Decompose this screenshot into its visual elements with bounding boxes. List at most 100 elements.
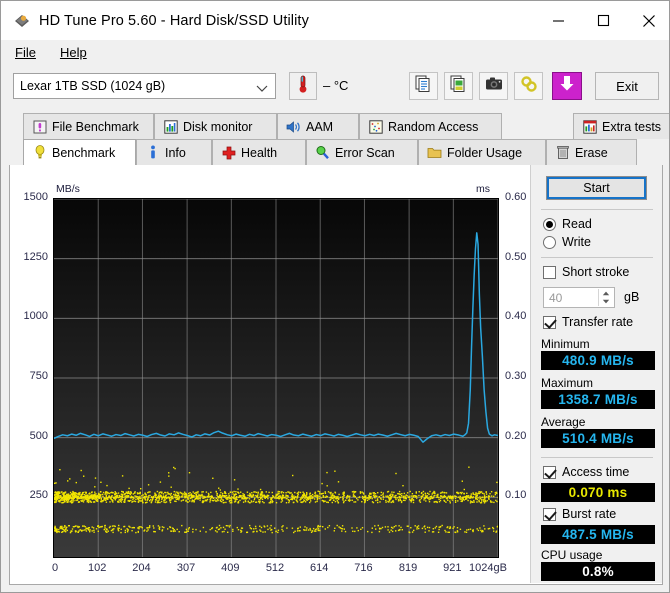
close-button[interactable] (626, 1, 669, 40)
bulb-icon (32, 145, 47, 160)
result-access-time-value: 0.070 ms (541, 483, 655, 502)
tab-file-benchmark[interactable]: File Benchmark (23, 113, 154, 139)
menu-file[interactable]: File (5, 43, 46, 62)
tab-random-access[interactable]: Random Access (359, 113, 502, 139)
tab-file-benchmark-label: File Benchmark (52, 119, 139, 134)
chart-y2-tick: 0.40 (505, 310, 527, 323)
chart-x-tick: 819 (398, 562, 418, 574)
chart-y2-tick: 0.60 (505, 191, 527, 203)
result-minimum-value: 480.9 MB/s (541, 351, 655, 370)
chart-y-tick: 1500 (23, 191, 48, 203)
tab-info-label: Info (165, 145, 186, 160)
menu-file-label: File (15, 45, 36, 60)
result-average-value: 510.4 MB/s (541, 429, 655, 448)
bar-chart-icon (163, 119, 178, 134)
tab-benchmark[interactable]: Benchmark (23, 139, 136, 165)
chart-x-tick: 716 (354, 562, 373, 574)
info-icon (145, 145, 160, 160)
tab-disk-monitor[interactable]: Disk monitor (154, 113, 277, 139)
chain-link-icon (520, 75, 538, 98)
chart-x-tick: 409 (221, 562, 240, 574)
radio-write[interactable]: Write (543, 235, 591, 249)
radio-read[interactable]: Read (543, 217, 592, 231)
menu-help-label: Help (59, 45, 87, 60)
short-stroke-size-value: 40 (549, 290, 563, 305)
magnifier-icon (315, 145, 330, 160)
tab-extra-tests[interactable]: Extra tests (573, 113, 669, 139)
chart-y-axis-unit: MB/s (56, 183, 80, 195)
tab-folder-usage[interactable]: Folder Usage (418, 139, 546, 165)
divider-3 (541, 457, 653, 458)
tab-error-scan[interactable]: Error Scan (306, 139, 418, 165)
chart-y-tick: 750 (29, 370, 48, 382)
spinner-up-icon (602, 291, 609, 295)
benchmark-controls: Start Read Write Short stroke 40 gB Tran… (530, 165, 662, 583)
short-stroke-size-input[interactable]: 40 (543, 287, 615, 308)
chart-x-tick: 512 (265, 562, 285, 574)
checkbox-transfer-rate[interactable]: Transfer rate (543, 315, 633, 329)
maximize-button[interactable] (581, 1, 626, 40)
benchmark-panel: MB/s ms 250 500 750 1000 1250 1500 0.10 0.20 0.… (9, 165, 663, 585)
red-cross-icon (221, 145, 236, 160)
chevron-down-icon (256, 82, 268, 96)
benchmark-chart: MB/s ms 250 500 750 1000 1250 1500 0.10 0.20 0.… (10, 165, 530, 583)
checkbox-transfer-rate-indicator (543, 315, 556, 329)
tab-health[interactable]: Health (212, 139, 306, 165)
result-maximum-label: Maximum (541, 376, 594, 390)
copy-image-button[interactable] (444, 72, 473, 100)
toolbar: Lexar 1TB SSD (1024 gB) – °C Exit (1, 65, 669, 111)
window-controls (536, 1, 669, 40)
start-button[interactable]: Start (546, 176, 647, 200)
radio-read-label: Read (562, 217, 592, 231)
drive-select[interactable]: Lexar 1TB SSD (1024 gB) (13, 73, 276, 99)
tab-erase-label: Erase (575, 145, 608, 160)
temperature-value: – °C (323, 78, 349, 93)
result-average-label: Average (541, 415, 586, 429)
camera-icon (485, 76, 503, 96)
checkbox-access-time-indicator (543, 465, 556, 479)
link-button[interactable] (514, 72, 543, 100)
temperature-button[interactable] (289, 72, 317, 100)
chart-y-tick: 250 (29, 489, 48, 502)
tab-random-access-label: Random Access (388, 119, 479, 134)
tab-erase[interactable]: Erase (546, 139, 637, 165)
checkbox-access-time[interactable]: Access time (543, 465, 629, 479)
bottom-strip (1, 585, 669, 592)
tab-benchmark-label: Benchmark (52, 145, 116, 160)
menu-help[interactable]: Help (50, 43, 97, 62)
exit-button-label: Exit (616, 78, 638, 94)
save-button[interactable] (552, 72, 582, 100)
copy-to-clipboard-button[interactable] (409, 72, 438, 100)
chart-y-tick: 1000 (23, 310, 48, 323)
checkbox-burst-rate[interactable]: Burst rate (543, 507, 616, 521)
minimize-button[interactable] (536, 1, 581, 40)
copy-image-icon (450, 75, 467, 97)
spinner-arrows[interactable] (598, 289, 612, 306)
result-cpu-usage-value: 0.8% (541, 562, 655, 581)
tab-error-scan-label: Error Scan (335, 145, 395, 160)
chart-canvas (53, 198, 500, 557)
radio-write-label: Write (562, 235, 591, 249)
tab-aam[interactable]: AAM (277, 113, 359, 139)
tab-health-label: Health (241, 145, 278, 160)
tab-extra-tests-label: Extra tests (602, 119, 662, 134)
scatter-icon (368, 119, 383, 134)
speaker-icon (286, 119, 301, 134)
start-button-label: Start (583, 181, 610, 195)
result-minimum-label: Minimum (541, 337, 590, 351)
radio-write-indicator (543, 235, 556, 249)
checkbox-short-stroke[interactable]: Short stroke (543, 265, 629, 279)
tab-folder-usage-label: Folder Usage (447, 145, 523, 160)
result-cpu-usage-label: CPU usage (541, 548, 603, 562)
exit-button[interactable]: Exit (595, 72, 659, 100)
chart-x-tick: 204 (132, 562, 151, 574)
tab-strip: File Benchmark Disk monitor AAM Random A… (9, 113, 669, 166)
screenshot-button[interactable] (479, 72, 508, 100)
checkbox-short-stroke-label: Short stroke (562, 265, 630, 279)
tab-info[interactable]: Info (136, 139, 212, 165)
result-burst-rate-value: 487.5 MB/s (541, 525, 655, 544)
checkbox-transfer-rate-label: Transfer rate (562, 315, 634, 329)
chart-y2-tick: 0.10 (505, 489, 527, 502)
short-stroke-unit-label: gB (624, 290, 640, 304)
checkbox-short-stroke-indicator (543, 265, 556, 279)
